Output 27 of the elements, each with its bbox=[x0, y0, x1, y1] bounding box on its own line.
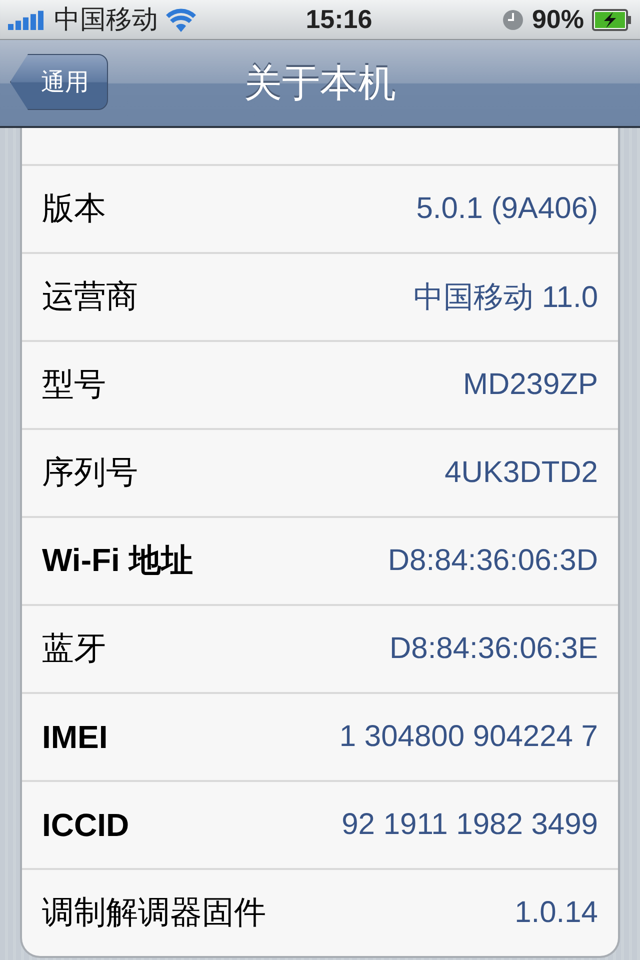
back-button[interactable]: 通用 bbox=[10, 54, 108, 110]
battery-percent: 90% bbox=[532, 4, 584, 35]
row-value: D8:84:36:06:3E bbox=[390, 632, 598, 666]
carrier-name: 中国移动 bbox=[54, 3, 158, 36]
row-value: D8:84:36:06:3D bbox=[388, 544, 598, 578]
row-value: 5.0.1 (9A406) bbox=[416, 192, 598, 226]
row-value: 1 304800 904224 7 bbox=[339, 720, 598, 754]
row-value: 92 1911 1982 3499 bbox=[342, 808, 598, 842]
clock-icon bbox=[502, 8, 524, 30]
row-value: 1.0.14 bbox=[514, 896, 598, 930]
wifi-icon bbox=[166, 8, 196, 32]
nav-title: 关于本机 bbox=[244, 62, 396, 106]
battery-charging-icon bbox=[592, 8, 632, 30]
row-value: MD239ZP bbox=[462, 368, 598, 402]
row-label: 型号 bbox=[42, 365, 106, 404]
row-value: 中国移动 11.0 bbox=[414, 280, 598, 316]
row-label: 运营商 bbox=[42, 277, 138, 316]
row-label: 序列号 bbox=[42, 453, 138, 492]
row-label: 调制解调器固件 bbox=[42, 893, 266, 932]
row-label: IMEI bbox=[42, 718, 108, 756]
row-label: Wi-Fi 地址 bbox=[42, 541, 193, 580]
row-label: 蓝牙 bbox=[42, 629, 106, 668]
row-value: 4UK3DTD2 bbox=[444, 456, 598, 490]
row-label: ICCID bbox=[42, 806, 130, 844]
signal-icon bbox=[8, 10, 46, 30]
status-time: 15:16 bbox=[306, 4, 372, 35]
row-label: 版本 bbox=[42, 189, 106, 228]
